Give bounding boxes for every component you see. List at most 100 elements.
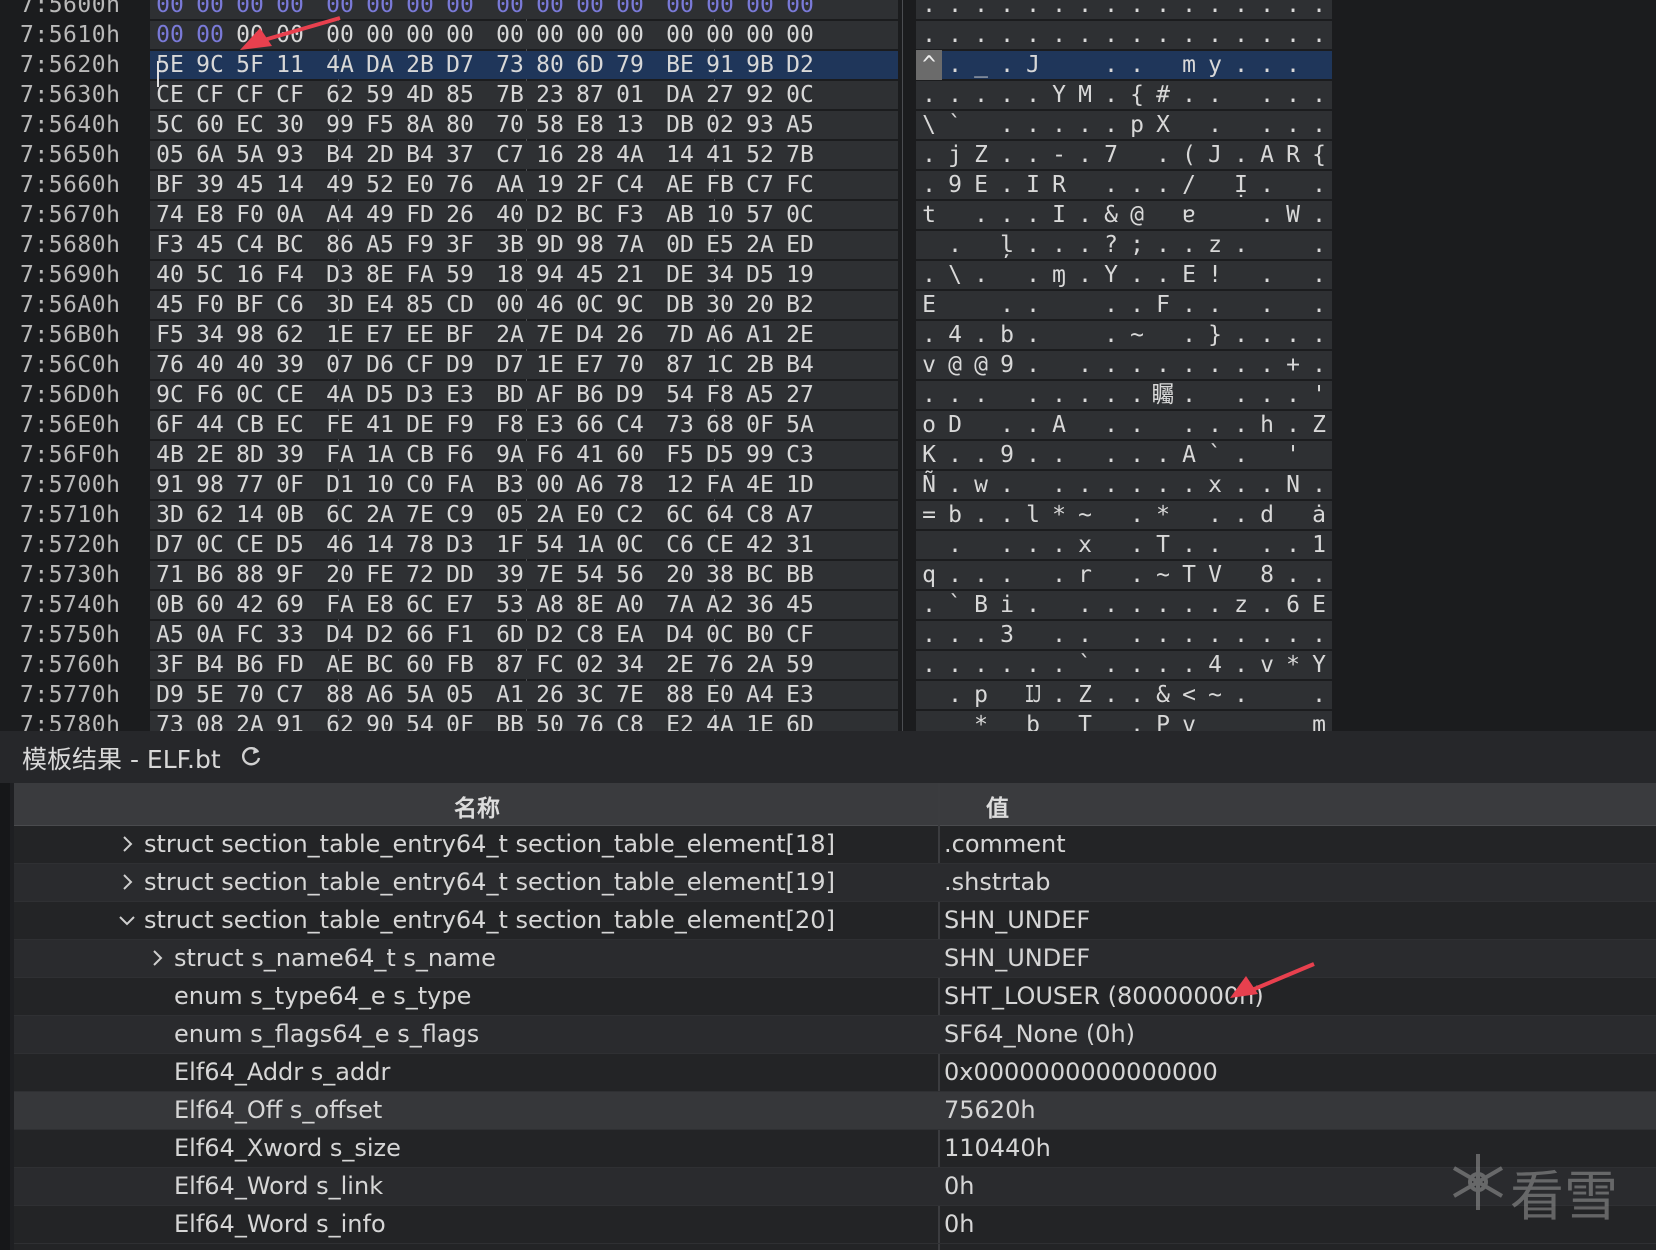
ascii-char[interactable]: .	[1098, 0, 1124, 20]
ascii-area[interactable]: . \. . ɱ. Y.. E! . .	[916, 261, 1332, 289]
ascii-char[interactable]: .	[1046, 530, 1072, 560]
ascii-char[interactable]: `	[1202, 440, 1228, 470]
table-row[interactable]: Elf64_Addr s_addr 0x0000000000000000	[14, 1054, 1656, 1092]
ascii-char[interactable]: *	[1280, 650, 1306, 680]
hex-byte[interactable]: 98	[230, 320, 270, 350]
ascii-char[interactable]: 8	[1254, 560, 1280, 590]
ascii-char[interactable]: v	[916, 350, 942, 380]
ascii-char[interactable]: 9	[942, 170, 968, 200]
hex-byte[interactable]: 16	[530, 140, 570, 170]
ascii-char[interactable]: .	[1306, 350, 1332, 380]
ascii-char[interactable]: .	[1254, 170, 1280, 200]
hex-byte[interactable]: FC	[230, 620, 270, 650]
hex-byte[interactable]: 60	[190, 590, 230, 620]
hex-byte[interactable]: 78	[400, 530, 440, 560]
hex-byte[interactable]: 01	[610, 80, 650, 110]
ascii-char[interactable]: .	[1306, 260, 1332, 290]
hex-byte[interactable]: 88	[660, 680, 700, 710]
ascii-char[interactable]: .	[1020, 110, 1046, 140]
hex-byte[interactable]: CE	[700, 530, 740, 560]
ascii-char[interactable]: \	[942, 260, 968, 290]
hex-byte[interactable]: 90	[360, 710, 400, 731]
hex-byte[interactable]: F1	[440, 620, 480, 650]
ascii-char[interactable]: .	[1124, 440, 1150, 470]
ascii-char[interactable]: .	[942, 230, 968, 260]
ascii-char[interactable]: ɱ	[1046, 260, 1072, 290]
ascii-area[interactable]: .9E.IR ... / Ị. .	[916, 171, 1332, 199]
ascii-char[interactable]: .	[1202, 410, 1228, 440]
hex-byte[interactable]: DA	[660, 80, 700, 110]
ascii-char[interactable]: .	[1228, 230, 1254, 260]
ascii-char[interactable]: .	[1098, 410, 1124, 440]
hex-byte[interactable]: BB	[780, 560, 820, 590]
hex-byte[interactable]: 11	[270, 50, 310, 80]
ascii-char[interactable]: .	[942, 650, 968, 680]
ascii-char[interactable]: .	[1150, 20, 1176, 50]
ascii-char[interactable]: .	[968, 200, 994, 230]
hex-bytes-area[interactable]: 5E 9C 5F 11 4A DA 2B D7 73 80 6D 79 BE 91 9B D2	[150, 51, 898, 79]
ascii-char[interactable]: *	[1046, 500, 1072, 530]
ascii-char[interactable]: .	[1150, 440, 1176, 470]
ascii-char[interactable]: .	[1150, 650, 1176, 680]
hex-byte[interactable]: 54	[400, 710, 440, 731]
ascii-area[interactable]: . ...x .T.. ..1	[916, 531, 1332, 559]
ascii-char[interactable]: Z	[1072, 680, 1098, 710]
hex-byte[interactable]: B4	[780, 350, 820, 380]
hex-byte[interactable]: 31	[780, 530, 820, 560]
ascii-char[interactable]: .	[1176, 230, 1202, 260]
hex-byte[interactable]: 00	[660, 0, 700, 20]
ascii-char[interactable]: .	[1098, 680, 1124, 710]
ascii-char[interactable]: .	[1254, 260, 1280, 290]
hex-byte[interactable]: E0	[570, 500, 610, 530]
ascii-char[interactable]: .	[1098, 50, 1124, 80]
hex-byte[interactable]: E3	[440, 380, 480, 410]
hex-byte[interactable]: BF	[230, 290, 270, 320]
ascii-char[interactable]: &	[1098, 200, 1124, 230]
ascii-char[interactable]: .	[1306, 0, 1332, 20]
ascii-char[interactable]: 1	[1306, 530, 1332, 560]
hex-byte[interactable]: 5F	[230, 50, 270, 80]
chevron-right-icon[interactable]	[118, 835, 136, 853]
ascii-char[interactable]: .	[994, 20, 1020, 50]
hex-byte[interactable]: 54	[660, 380, 700, 410]
ascii-char[interactable]: .	[1124, 590, 1150, 620]
hex-byte[interactable]: 49	[320, 170, 360, 200]
hex-byte[interactable]: 6C	[320, 500, 360, 530]
ascii-char[interactable]: .	[1228, 470, 1254, 500]
hex-byte[interactable]: 20	[660, 560, 700, 590]
hex-byte[interactable]: 2A	[740, 650, 780, 680]
hex-byte[interactable]: FB	[440, 650, 480, 680]
ascii-char[interactable]: .	[916, 320, 942, 350]
hex-byte[interactable]: 54	[570, 560, 610, 590]
hex-byte[interactable]: 86	[320, 230, 360, 260]
hex-byte[interactable]: 26	[440, 200, 480, 230]
ascii-char[interactable]: w	[968, 470, 994, 500]
hex-byte[interactable]: 72	[400, 560, 440, 590]
hex-byte[interactable]: 73	[150, 710, 190, 731]
hex-byte[interactable]: 19	[530, 170, 570, 200]
ascii-char[interactable]: F	[1150, 290, 1176, 320]
hex-byte[interactable]: E5	[700, 230, 740, 260]
hex-byte[interactable]: E8	[570, 110, 610, 140]
hex-byte[interactable]: A2	[700, 590, 740, 620]
hex-byte[interactable]: D9	[610, 380, 650, 410]
ascii-char[interactable]: .	[994, 500, 1020, 530]
hex-byte[interactable]: FE	[360, 560, 400, 590]
hex-byte[interactable]: 1E	[320, 320, 360, 350]
hex-byte[interactable]: B3	[490, 470, 530, 500]
hex-bytes-area[interactable]: 6F 44 CB EC FE 41 DE F9 F8 E3 66 C4 73 68 0F 5A	[150, 411, 898, 439]
ascii-char[interactable]: .	[1228, 680, 1254, 710]
hex-byte[interactable]: EC	[230, 110, 270, 140]
hex-byte[interactable]: 2E	[190, 440, 230, 470]
ascii-char[interactable]: .	[942, 50, 968, 80]
hex-byte[interactable]: DE	[400, 410, 440, 440]
ascii-char[interactable]: +	[1280, 350, 1306, 380]
hex-byte[interactable]: E7	[360, 320, 400, 350]
ascii-char[interactable]: P	[1150, 710, 1176, 731]
ascii-char[interactable]: .	[1228, 380, 1254, 410]
ascii-char[interactable]: .	[1072, 380, 1098, 410]
ascii-char[interactable]: t	[916, 200, 942, 230]
hex-byte[interactable]: 2A	[740, 230, 780, 260]
hex-byte[interactable]: 0C	[190, 530, 230, 560]
hex-byte[interactable]: CF	[230, 80, 270, 110]
